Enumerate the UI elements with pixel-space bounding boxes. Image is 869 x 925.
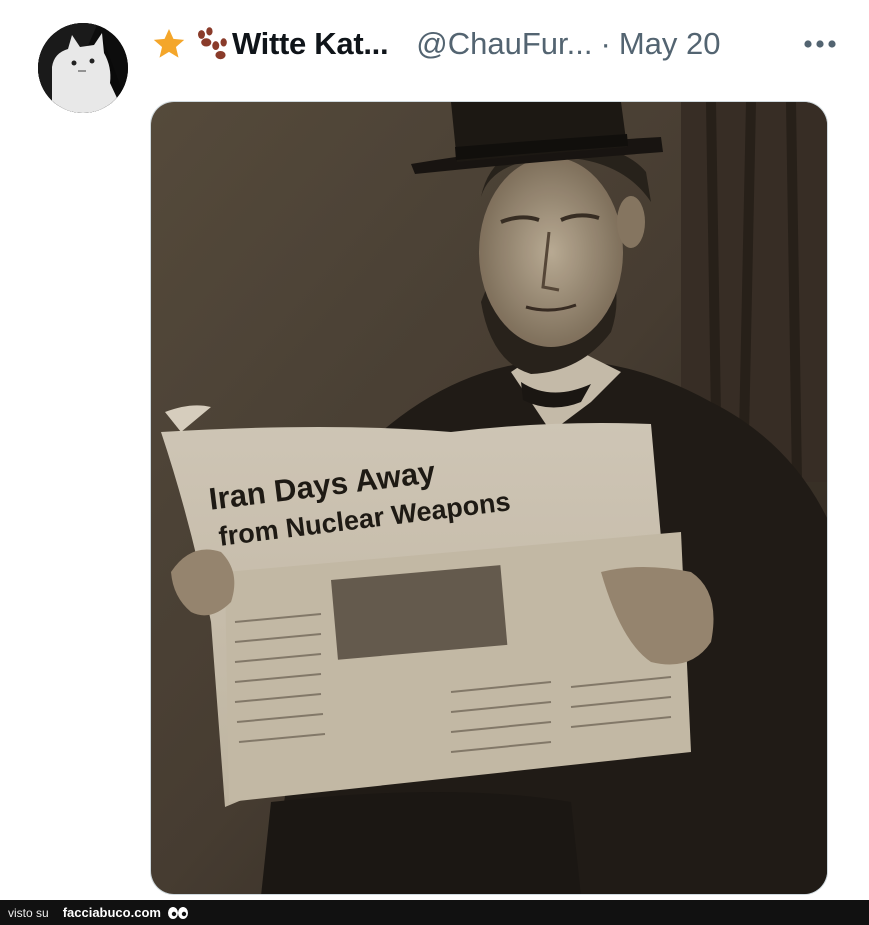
display-name[interactable]: Witte Kat... (232, 26, 389, 62)
cat-avatar-image (38, 23, 128, 113)
paw-icon (198, 27, 227, 60)
avatar[interactable] (38, 23, 128, 113)
eyes-icon (167, 906, 188, 919)
separator-dot: · (600, 26, 611, 61)
post-date[interactable]: May 20 (619, 26, 721, 62)
watermark-prefix: visto su (8, 905, 49, 920)
watermark-site[interactable]: facciabuco.com (63, 905, 161, 920)
lincoln-reading-newspaper-photo (151, 102, 827, 894)
post-image[interactable]: Iran Days Away from Nuclear Weapons (150, 101, 828, 895)
post-header: Witte Kat... @ChauFur... · May 20 (150, 22, 840, 66)
watermark-bar: visto su facciabuco.com (0, 900, 869, 925)
star-icon (153, 28, 185, 58)
more-options-icon[interactable] (800, 24, 840, 64)
user-handle[interactable]: @ChauFur... (416, 26, 592, 62)
